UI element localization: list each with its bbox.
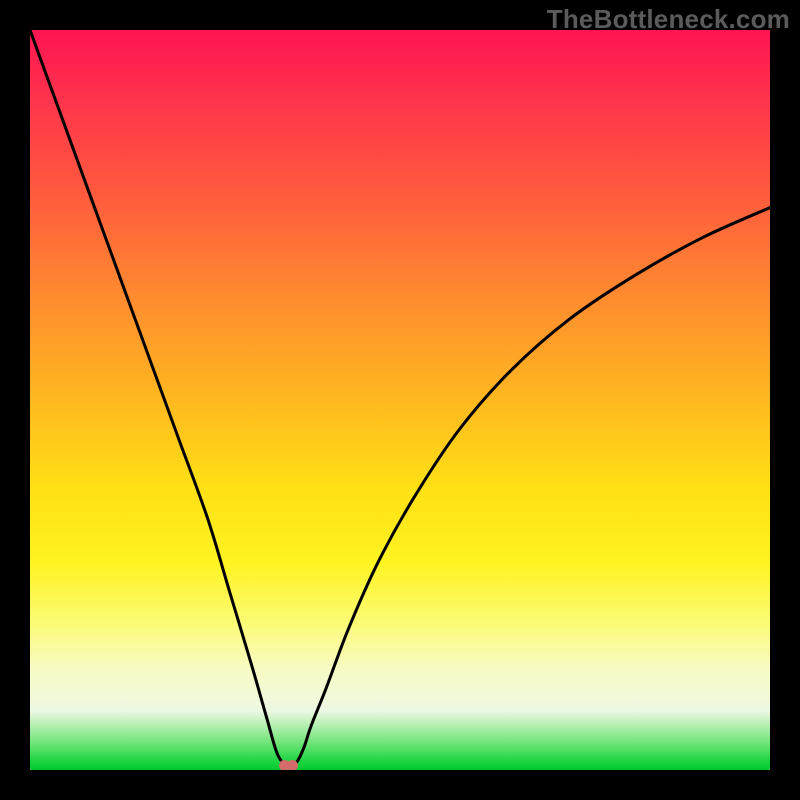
minimum-point-marker <box>279 760 299 770</box>
plot-area <box>30 30 770 770</box>
bottleneck-curve <box>30 30 770 770</box>
chart-frame: TheBottleneck.com <box>0 0 800 800</box>
watermark-text: TheBottleneck.com <box>547 4 790 35</box>
marker-dot <box>287 760 298 770</box>
